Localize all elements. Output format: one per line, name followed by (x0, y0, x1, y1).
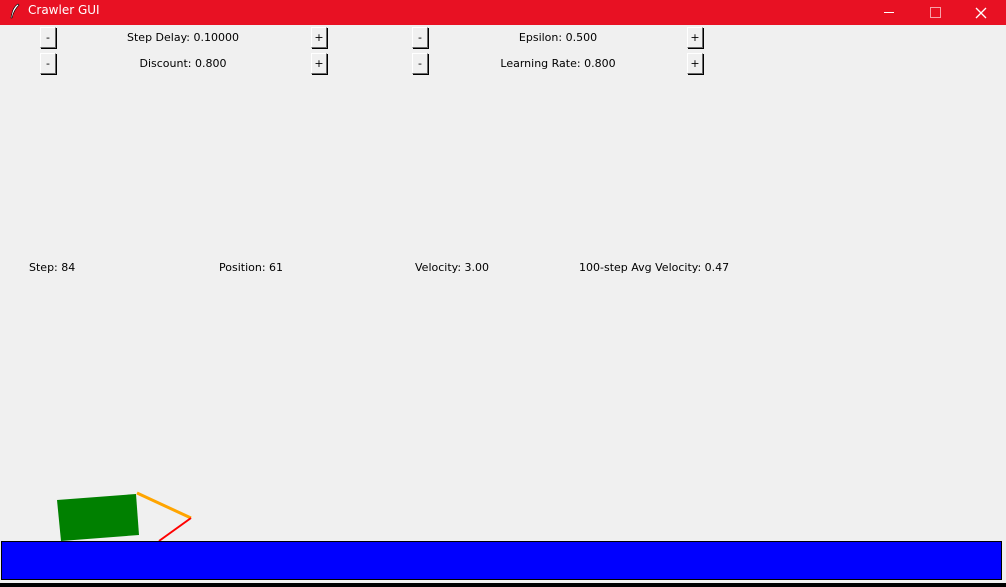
step-delay-label: Step Delay: 0.10000 (127, 31, 239, 44)
window-title: Crawler GUI (28, 3, 100, 17)
velocity-readout: Velocity: 3.00 (415, 261, 490, 274)
close-button[interactable] (958, 0, 1004, 25)
crawler-body (57, 494, 139, 541)
close-icon (975, 7, 987, 19)
epsilon-increase-button[interactable]: + (687, 27, 703, 48)
crawler-window: Crawler GUI - Step Delay: 0.10000 + - Ep… (0, 0, 1006, 583)
learning-rate-increase-button[interactable]: + (687, 53, 703, 74)
step-delay-increase-button[interactable]: + (311, 27, 327, 48)
title-bar[interactable]: Crawler GUI (0, 0, 1006, 25)
epsilon-label: Epsilon: 0.500 (518, 31, 598, 44)
minimize-icon (884, 12, 894, 13)
step-delay-decrease-button[interactable]: - (40, 27, 56, 48)
feather-icon (9, 3, 21, 19)
minimize-button[interactable] (866, 0, 912, 25)
ground (1, 541, 1002, 580)
crawler-arm (136, 491, 192, 520)
maximize-icon (930, 7, 941, 18)
step-counter: Step: 84 (29, 261, 76, 274)
maximize-button[interactable] (912, 0, 958, 25)
position-readout: Position: 61 (219, 261, 284, 274)
learning-rate-label: Learning Rate: 0.800 (500, 57, 616, 70)
avg-velocity-readout: 100-step Avg Velocity: 0.47 (579, 261, 730, 274)
learning-rate-decrease-button[interactable]: - (412, 53, 428, 74)
discount-increase-button[interactable]: + (311, 53, 327, 74)
crawler-hand (158, 517, 192, 542)
epsilon-decrease-button[interactable]: - (412, 27, 428, 48)
discount-label: Discount: 0.800 (139, 57, 227, 70)
discount-decrease-button[interactable]: - (40, 53, 56, 74)
